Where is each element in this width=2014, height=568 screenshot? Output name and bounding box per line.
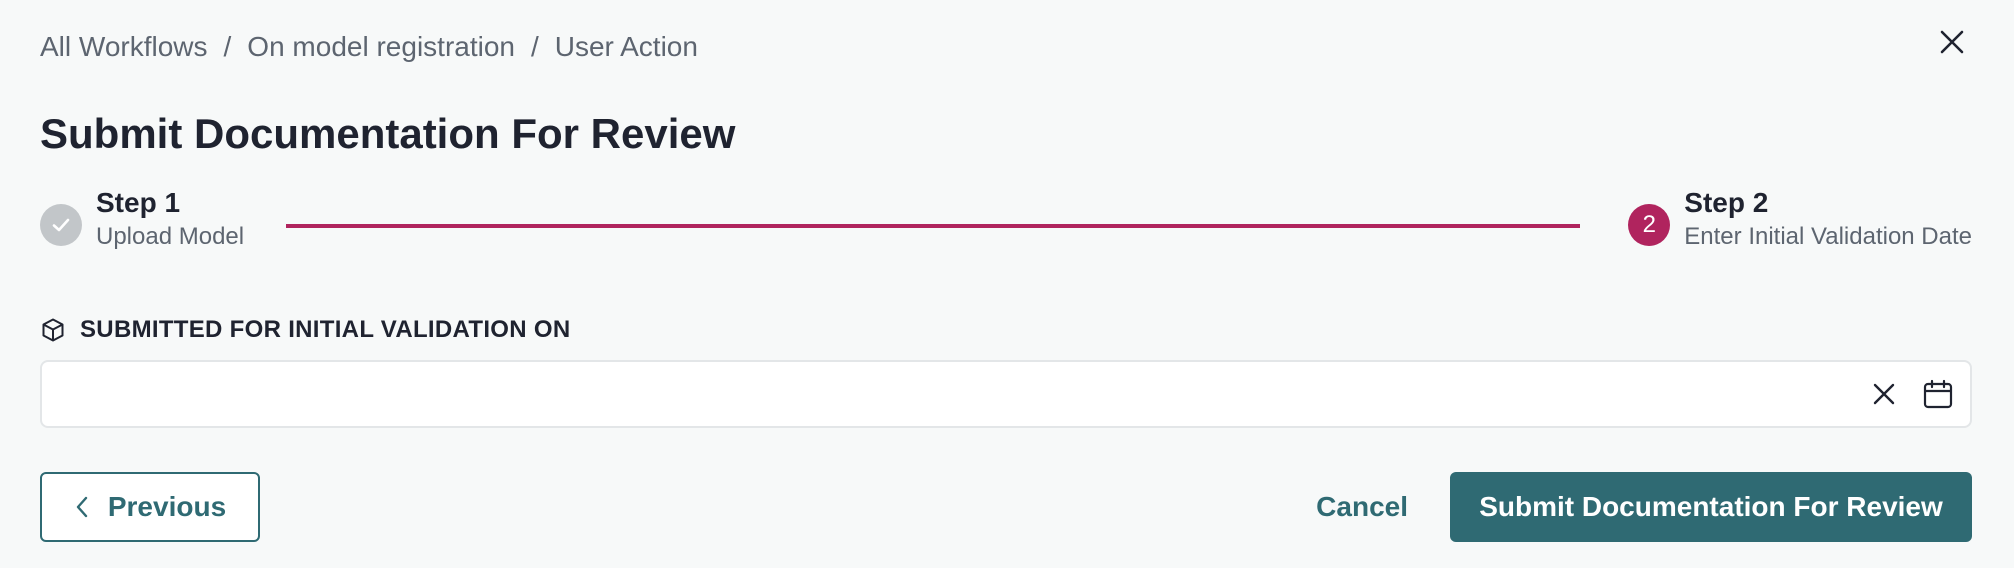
- close-icon: [1940, 30, 1964, 54]
- cube-icon: [42, 318, 64, 342]
- clear-date-button[interactable]: [1868, 378, 1900, 410]
- step-2: 2 Step 2 Enter Initial Validation Date: [1628, 186, 1972, 254]
- stepper: Step 1 Upload Model 2 Step 2 Enter Initi…: [40, 186, 1972, 266]
- breadcrumb-item-all-workflows[interactable]: All Workflows: [40, 31, 208, 63]
- breadcrumb-item-user-action: User Action: [554, 31, 698, 62]
- calendar-button[interactable]: [1920, 376, 1956, 412]
- page-title: Submit Documentation For Review: [40, 110, 736, 157]
- step-2-indicator: 2: [1628, 204, 1671, 246]
- breadcrumb: All Workflows / On model registration / …: [40, 31, 698, 63]
- workflow-modal: All Workflows / On model registration / …: [0, 0, 2014, 568]
- step-connector-line: [286, 224, 1580, 228]
- step-1-title: Step 1: [96, 187, 181, 218]
- breadcrumb-separator: /: [223, 31, 232, 62]
- step-2-title: Step 2: [1684, 187, 1769, 218]
- chevron-left-icon: [76, 496, 88, 518]
- close-icon: [1873, 383, 1895, 405]
- step-1-subtitle: Upload Model: [96, 223, 245, 250]
- submit-button[interactable]: Submit Documentation For Review: [1450, 472, 1972, 542]
- step-2-subtitle: Enter Initial Validation Date: [1684, 223, 1972, 250]
- field-label: SUBMITTED FOR INITIAL VALIDATION ON: [80, 316, 571, 343]
- calendar-icon: [1923, 379, 1953, 409]
- breadcrumb-separator: /: [530, 31, 539, 62]
- date-input[interactable]: [42, 362, 1862, 426]
- step-1-indicator: [40, 204, 82, 246]
- check-icon: [52, 218, 70, 232]
- step-1: Step 1 Upload Model: [40, 186, 244, 254]
- previous-button[interactable]: Previous: [40, 472, 260, 542]
- breadcrumb-item-on-model-registration[interactable]: On model registration: [247, 31, 515, 63]
- previous-button-label: Previous: [107, 491, 227, 522]
- cancel-button[interactable]: Cancel: [1316, 472, 1408, 542]
- field-label-row: SUBMITTED FOR INITIAL VALIDATION ON: [40, 316, 570, 344]
- date-field: [40, 360, 1972, 428]
- close-button[interactable]: [1934, 24, 1970, 60]
